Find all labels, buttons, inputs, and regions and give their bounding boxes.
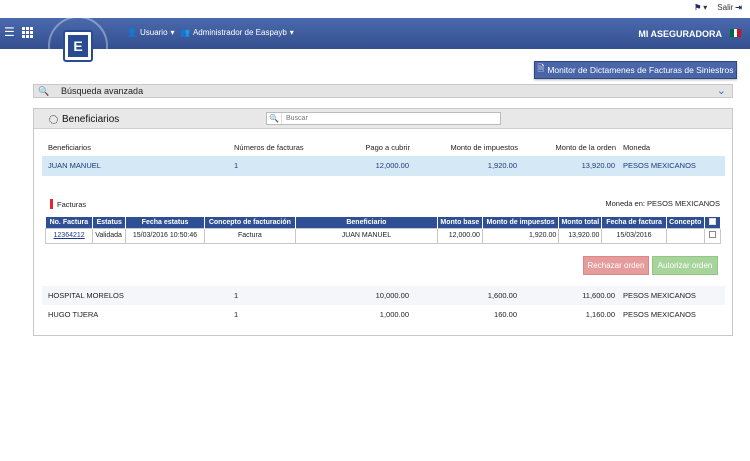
table-header-row: No. Factura Estatus Fecha estatus Concep…	[45, 217, 722, 228]
cell: 11,600.00	[582, 291, 615, 300]
top-strip-actions: ⚑ ▾ Salir ⇥	[694, 3, 742, 12]
cell: 160.00	[494, 310, 517, 319]
cell: 1	[234, 291, 239, 300]
th[interactable]: Beneficiario	[295, 217, 438, 228]
cell: 12,000.00	[436, 227, 483, 244]
logout-button[interactable]: Salir ⇥	[717, 3, 742, 12]
col-moneda: Moneda	[623, 143, 651, 152]
th[interactable]: Monto de impuestos	[482, 217, 560, 228]
user-menu-label: Usuario	[139, 28, 168, 37]
user-menu[interactable]: 👤 Usuario ▾	[127, 28, 175, 37]
cell: PESOS MEXICANOS	[623, 310, 696, 319]
chevron-down-icon[interactable]: ⌄	[717, 84, 726, 97]
cell: 1	[234, 161, 239, 170]
col-beneficiarios: Beneficiarios	[48, 143, 91, 152]
col-numeros-facturas: Números de facturas	[234, 143, 304, 152]
cell: PESOS MEXICANOS	[623, 291, 696, 300]
th[interactable]: No. Factura	[45, 217, 94, 228]
search-icon[interactable]: 🔍	[267, 113, 282, 124]
logout-label: Salir	[717, 3, 734, 12]
cell: 15/03/2016	[601, 227, 667, 244]
hamburger-menu-icon[interactable]: ☰	[4, 26, 15, 38]
col-pago-cubrir: Pago a cubrir	[365, 143, 410, 152]
table-row[interactable]: 12364212 Validada 15/03/2016 10:50:46 Fa…	[44, 227, 722, 244]
cell: Validada	[92, 227, 127, 244]
th[interactable]: Concepto de facturación	[204, 217, 297, 228]
cell: 1,000.00	[379, 310, 409, 319]
help-dropdown[interactable]: ⚑ ▾	[694, 3, 707, 12]
monitor-button-label: Monitor de Dictamenes de Facturas de Sin…	[547, 65, 734, 75]
authorize-order-button[interactable]: Autorizar orden	[652, 256, 718, 275]
facturas-label: Facturas	[50, 199, 86, 209]
th[interactable]: Monto total	[558, 217, 603, 228]
cell: Factura	[203, 227, 297, 244]
th[interactable]: Fecha estatus	[125, 217, 205, 228]
col-monto-impuestos: Monto de impuestos	[450, 143, 518, 152]
advanced-search-bar[interactable]: 🔍 Búsqueda avanzada ⌄	[33, 84, 733, 98]
th[interactable]: Monto base	[437, 217, 483, 228]
facturas-label-text: Facturas	[57, 199, 87, 209]
cell: 1,600.00	[487, 291, 517, 300]
facturas-table: No. Factura Estatus Fecha estatus Concep…	[44, 217, 722, 244]
cell: 10,000.00	[375, 291, 409, 300]
beneficiario-row[interactable]: HUGO TIJERA 1 1,000.00 160.00 1,160.00 P…	[42, 305, 725, 325]
panel-header: Beneficiarios 🔍	[34, 109, 732, 129]
app-logo[interactable]: E	[63, 30, 93, 62]
th[interactable]: Concepto	[666, 217, 705, 228]
logo-letter: E	[68, 35, 88, 57]
cell: JUAN MANUEL	[295, 227, 438, 244]
cell: 1,160.00	[585, 310, 615, 319]
factura-link[interactable]: 12364212	[54, 232, 85, 239]
cell: PESOS MEXICANOS	[623, 161, 696, 170]
apps-grid-icon[interactable]	[22, 27, 33, 38]
cell: 1	[234, 310, 239, 319]
chevron-down-icon: ▾	[703, 3, 708, 12]
cell: 12,000.00	[375, 161, 409, 170]
search-input[interactable]	[282, 115, 492, 122]
cell[interactable]: 12364212	[44, 227, 94, 244]
admin-menu[interactable]: 👥 Administrador de Easpayb ▾	[180, 28, 294, 37]
top-strip: ⚑ ▾ Salir ⇥	[0, 0, 750, 18]
help-flag-icon: ⚑	[694, 3, 702, 12]
red-marker	[50, 199, 53, 209]
logout-icon: ⇥	[735, 3, 742, 12]
select-all-checkbox[interactable]	[704, 217, 722, 228]
cell: HOSPITAL MORELOS	[48, 291, 124, 300]
cell: 1,920.00	[481, 227, 560, 244]
spinner-icon	[49, 115, 58, 124]
main-navbar: ☰ E 👤 Usuario ▾ 👥 Administrador de Easpa…	[0, 16, 750, 76]
search-box: 🔍	[266, 112, 501, 125]
beneficiario-row-selected[interactable]: JUAN MANUEL 1 12,000.00 1,920.00 13,920.…	[42, 156, 725, 176]
user-icon: 👤	[127, 28, 137, 37]
search-icon: 🔍	[38, 86, 50, 96]
th[interactable]: Estatus	[92, 217, 127, 228]
brand-name: MI ASEGURADORA	[638, 29, 722, 39]
beneficiarios-header: Beneficiarios Números de facturas Pago a…	[34, 142, 734, 154]
cell: 15/03/2016 10:50:46	[125, 227, 205, 244]
panel-title-label: Beneficiarios	[62, 114, 120, 125]
col-monto-orden: Monto de la orden	[555, 143, 616, 152]
users-group-icon: 👥	[180, 28, 190, 37]
chevron-down-icon: ▾	[289, 28, 294, 37]
cell: HUGO TIJERA	[48, 310, 99, 319]
cell: JUAN MANUEL	[48, 161, 101, 170]
cell	[665, 227, 705, 244]
chevron-down-icon: ▾	[170, 28, 175, 37]
panel-title: Beneficiarios	[49, 114, 119, 125]
monitor-dictamenes-button[interactable]: 🗎 Monitor de Dictamenes de Facturas de S…	[534, 61, 737, 79]
admin-menu-label: Administrador de Easpayb	[192, 28, 287, 37]
cell: 13,920.00	[558, 227, 603, 244]
cell: 13,920.00	[581, 161, 615, 170]
document-icon: 🗎	[537, 63, 545, 73]
row-checkbox[interactable]	[703, 227, 722, 244]
moneda-en-label: Moneda en: PESOS MEXICANOS	[605, 199, 720, 208]
beneficiario-row[interactable]: HOSPITAL MORELOS 1 10,000.00 1,600.00 11…	[42, 286, 725, 306]
advanced-search-label: Búsqueda avanzada	[61, 86, 144, 96]
reject-order-button[interactable]: Rechazar orden	[583, 256, 649, 275]
beneficiarios-panel: Beneficiarios 🔍 Beneficiarios Números de…	[33, 108, 733, 336]
cell: 1,920.00	[487, 161, 517, 170]
th[interactable]: Fecha de factura	[601, 217, 667, 228]
mexico-flag-icon	[730, 29, 742, 37]
